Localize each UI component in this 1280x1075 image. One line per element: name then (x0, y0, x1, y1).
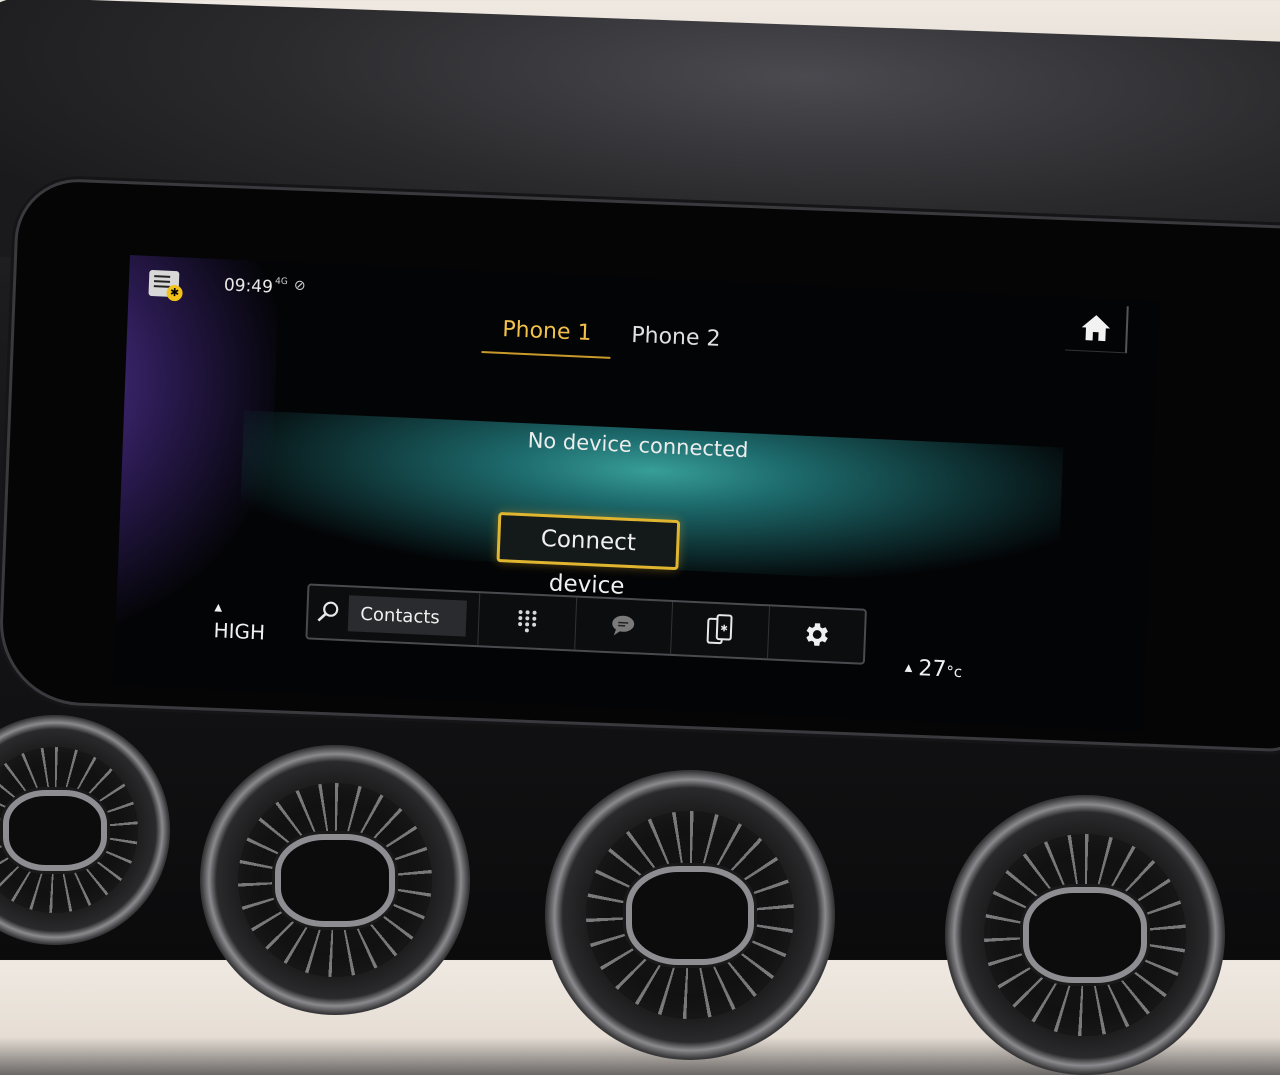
fan-speed-value: HIGH (213, 618, 265, 644)
clock: 09:49 (224, 275, 274, 297)
connect-device-button[interactable]: Connect device (496, 512, 680, 570)
settings-icon (801, 619, 832, 650)
home-icon (1078, 310, 1113, 346)
home-button[interactable] (1065, 304, 1129, 354)
phone-tabs: Phone 1 Phone 2 (481, 316, 740, 365)
search-icon (308, 598, 349, 626)
air-vent-2 (200, 745, 470, 1015)
keypad-icon (515, 608, 538, 635)
mute-icon: ⊘ (294, 277, 306, 294)
network-indicator: 4G (275, 278, 288, 288)
fan-speed-control[interactable]: ▲ HIGH (213, 594, 266, 644)
keypad-button[interactable] (478, 593, 576, 649)
infotainment-screen: ✱ 09:49 4G ⊘ Phone 1 Phone 2 No device c… (113, 255, 1158, 731)
settings-button[interactable] (767, 606, 864, 662)
air-vent-3 (545, 770, 835, 1060)
temperature-value: 27 (918, 656, 947, 682)
tab-phone-2[interactable]: Phone 2 (611, 322, 741, 365)
temperature-unit: °c (946, 662, 962, 681)
up-down-arrows-icon: ▲ (905, 663, 913, 674)
messages-button[interactable] (575, 598, 673, 654)
svg-text:✱: ✱ (720, 624, 728, 634)
tab-phone-1[interactable]: Phone 1 (481, 316, 611, 359)
contacts-field[interactable]: Contacts (348, 595, 467, 636)
temperature-control[interactable]: ▲ 27°c (904, 656, 962, 684)
device-icon: ✱ (705, 613, 734, 648)
air-vent-1 (0, 715, 170, 945)
phone-toolbar: Contacts ✱ (305, 583, 867, 664)
up-down-arrows-icon: ▲ (214, 602, 222, 613)
device-manager-button[interactable]: ✱ (671, 602, 769, 658)
contacts-search[interactable]: Contacts (307, 585, 480, 645)
messages-icon (610, 614, 637, 637)
air-vent-4 (945, 795, 1225, 1075)
notifications-icon[interactable]: ✱ (148, 270, 179, 297)
